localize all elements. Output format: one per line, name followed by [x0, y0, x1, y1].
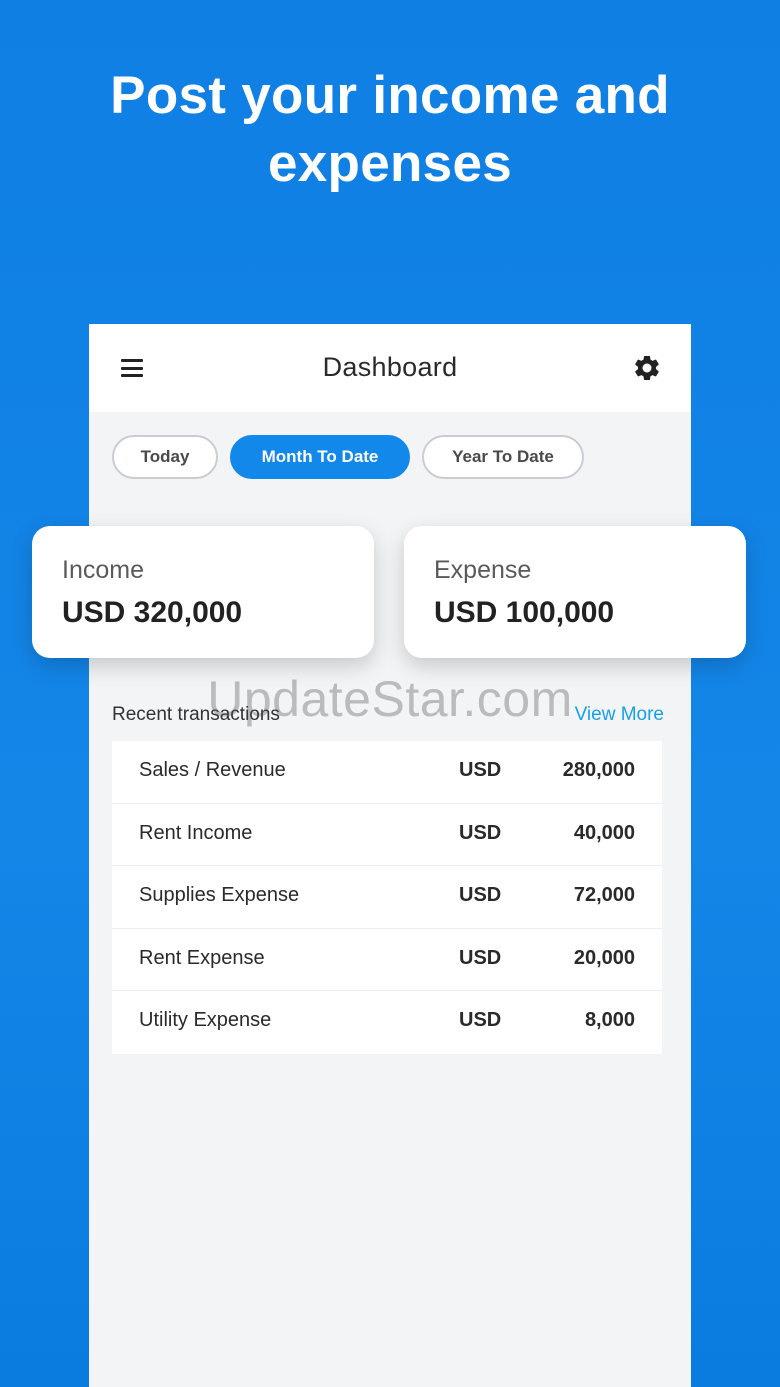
view-more-link[interactable]: View More [575, 704, 664, 726]
table-row[interactable]: Supplies Expense USD 72,000 [112, 866, 662, 929]
transaction-name: Supplies Expense [139, 884, 300, 906]
filter-chip-today[interactable]: Today [112, 435, 218, 479]
transaction-currency: USD [459, 946, 502, 969]
expense-label: Expense [434, 556, 532, 584]
transaction-name: Utility Expense [139, 1009, 272, 1031]
gear-icon[interactable] [632, 353, 662, 383]
transaction-name: Sales / Revenue [139, 759, 286, 781]
promo-headline-line1: Post your income and [110, 66, 670, 125]
transaction-amount: 72,000 [573, 884, 635, 906]
income-label: Income [62, 556, 144, 584]
app-screen: Dashboard Today Month To Date Year To Da… [89, 324, 691, 1387]
table-row[interactable]: Rent Expense USD 20,000 [112, 929, 662, 991]
page-title: Dashboard [322, 352, 458, 382]
income-value: USD 320,000 [62, 596, 243, 629]
transaction-currency: USD [459, 884, 502, 906]
filter-chip-month-to-date[interactable]: Month To Date [230, 435, 410, 479]
transaction-list: Sales / Revenue USD 280,000 Rent Income … [112, 741, 662, 1054]
income-summary-card[interactable]: Income USD 320,000 [32, 526, 374, 658]
expense-value: USD 100,000 [434, 596, 615, 629]
table-row[interactable]: Sales / Revenue USD 280,000 [112, 741, 662, 804]
transaction-amount: 280,000 [562, 759, 635, 781]
recent-transactions-header: Recent transactions View More [112, 704, 664, 734]
section-title: Recent transactions [112, 704, 280, 725]
transaction-name: Rent Expense [139, 946, 265, 969]
filter-chip-year-to-date[interactable]: Year To Date [422, 435, 584, 479]
transaction-currency: USD [459, 821, 502, 844]
app-bar: Dashboard [89, 324, 691, 412]
transaction-currency: USD [459, 759, 502, 781]
promo-headline: Post your income and expenses [0, 62, 780, 198]
transaction-amount: 20,000 [573, 946, 635, 969]
transaction-amount: 40,000 [573, 821, 635, 844]
transaction-name: Rent Income [139, 821, 253, 844]
expense-summary-card[interactable]: Expense USD 100,000 [404, 526, 746, 658]
promo-headline-line2: expenses [267, 134, 512, 193]
table-row[interactable]: Utility Expense USD 8,000 [112, 991, 662, 1054]
table-row[interactable]: Rent Income USD 40,000 [112, 804, 662, 866]
transaction-amount: 8,000 [584, 1009, 635, 1031]
transaction-currency: USD [459, 1009, 502, 1031]
date-filter-chips: Today Month To Date Year To Date [112, 435, 672, 479]
